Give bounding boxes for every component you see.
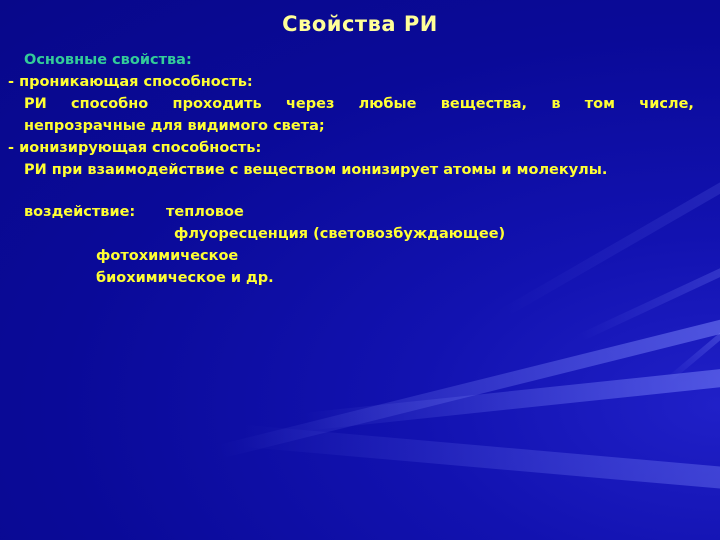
penetrating-description-cont: непрозрачные для видимого света;	[24, 118, 325, 134]
word: в	[551, 96, 561, 112]
bullet-penetrating: - проникающая способность:	[8, 74, 253, 90]
word: том	[584, 96, 615, 112]
effect-biochemical: биохимическое и др.	[96, 270, 274, 286]
effect-thermal: тепловое	[166, 204, 244, 220]
bullet-ionizing: - ионизирующая способность:	[8, 140, 262, 156]
subtitle-main-properties: Основные свойства:	[24, 52, 192, 68]
effect-fluorescence: флуоресценция (световозбуждающее)	[174, 226, 506, 242]
slide-title: Свойства РИ	[282, 12, 438, 36]
word: любые	[358, 96, 417, 112]
penetrating-description: РИ способно проходить через любые вещест…	[24, 96, 694, 112]
word: проходить	[172, 96, 262, 112]
effects-label: воздействие:	[24, 204, 136, 220]
word: числе,	[639, 96, 694, 112]
background-ray	[497, 160, 720, 320]
effect-photochemical: фотохимическое	[96, 248, 239, 264]
ionizing-description: РИ при взаимодействие с веществом ионизи…	[24, 162, 608, 178]
background-ray	[241, 424, 720, 492]
word: через	[285, 96, 335, 112]
word: вещества,	[440, 96, 528, 112]
word: способно	[71, 96, 149, 112]
word: РИ	[24, 96, 47, 112]
